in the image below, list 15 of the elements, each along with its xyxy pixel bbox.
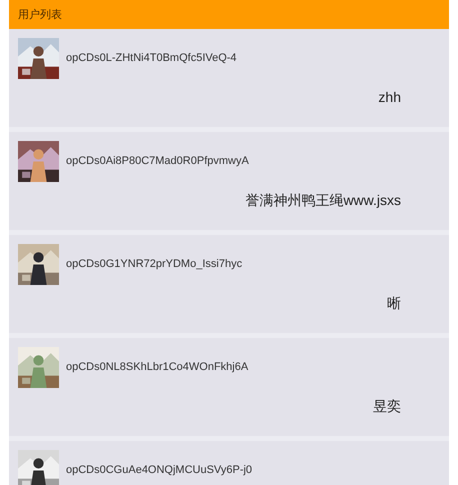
user-row[interactable]: opCDs0G1YNR72prYDMo_Issi7hyc 晰 [9, 235, 449, 333]
user-nickname: zhh [378, 89, 401, 105]
user-id: opCDs0NL8SKhLbr1Co4WOnFkhj6A [66, 360, 248, 372]
user-id: opCDs0L-ZHtNi4T0BmQfc5IVeQ-4 [66, 52, 237, 64]
user-row[interactable]: opCDs0L-ZHtNi4T0BmQfc5IVeQ-4 zhh [9, 29, 449, 127]
user-row[interactable]: opCDs0Ai8P80C7Mad0R0PfpvmwyA 誉满神州鸭王绳www.jsxs [9, 132, 449, 230]
page-title: 用户列表 [18, 8, 62, 22]
user-row[interactable]: opCDs0CGuAe4ONQjMCUuSVy6P-j0 [9, 441, 449, 485]
user-nickname: 晰 [387, 295, 401, 313]
user-nickname: 誉满神州鸭王绳www.jsxs [245, 192, 401, 210]
user-id: opCDs0Ai8P80C7Mad0R0PfpvmwyA [66, 154, 249, 166]
user-row[interactable]: opCDs0NL8SKhLbr1Co4WOnFkhj6A 昱奕 [9, 338, 449, 436]
user-id: opCDs0G1YNR72prYDMo_Issi7hyc [66, 258, 242, 270]
user-id: opCDs0CGuAe4ONQjMCUuSVy6P-j0 [66, 464, 252, 476]
user-nickname: 昱奕 [373, 398, 401, 416]
